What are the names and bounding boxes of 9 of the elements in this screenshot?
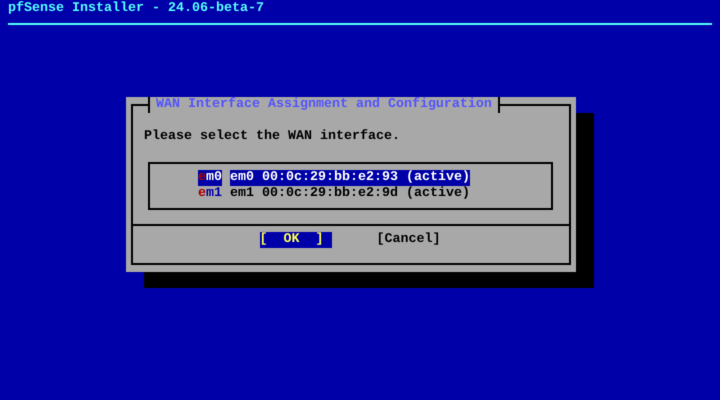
interface-description[interactable]: em0 00:0c:29:bb:e2:93 (active) (230, 170, 470, 186)
installer-title: pfSense Installer - 24.06-beta-7 (8, 1, 265, 17)
interface-tag[interactable]: em1 (198, 186, 222, 202)
dialog-message: Please select the WAN interface. (144, 129, 400, 145)
interface-tag[interactable]: em0 (198, 170, 222, 186)
dialog-title: WAN Interface Assignment and Configuration (148, 97, 500, 113)
ok-button[interactable]: [ OK ] (260, 232, 332, 248)
interface-description[interactable]: em1 00:0c:29:bb:e2:9d (active) (230, 186, 470, 202)
cancel-button[interactable]: [Cancel] (376, 232, 448, 248)
